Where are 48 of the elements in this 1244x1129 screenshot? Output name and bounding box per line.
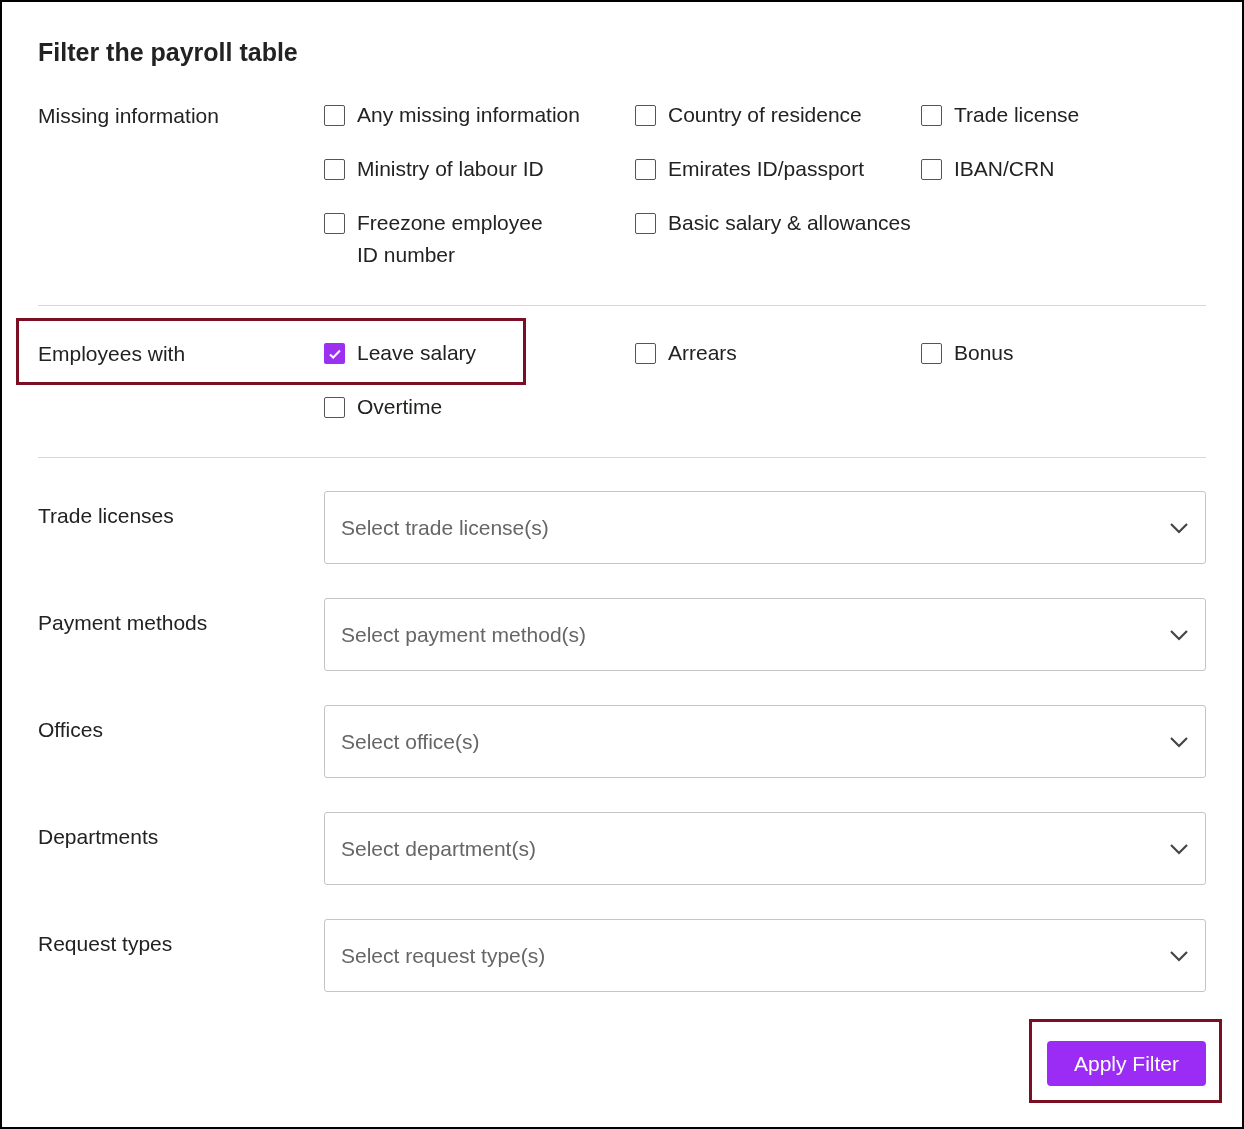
checkbox[interactable] [324, 105, 345, 126]
select-dropdown[interactable]: Select request type(s) [324, 919, 1206, 992]
field-label: Payment methods [38, 610, 209, 636]
field-label: Trade licenses [38, 503, 175, 529]
apply-filter-button[interactable]: Apply Filter [1047, 1041, 1206, 1086]
chevron-down-icon [1169, 949, 1189, 962]
checkbox-label: Country of residence [668, 102, 863, 128]
chevron-down-icon [1169, 521, 1189, 534]
checkbox-label: Trade license [954, 102, 1081, 128]
select-dropdown[interactable]: Select department(s) [324, 812, 1206, 885]
select-placeholder: Select office(s) [341, 728, 480, 755]
checkbox[interactable] [635, 343, 656, 364]
select-placeholder: Select payment method(s) [341, 621, 587, 648]
checkbox-label: IBAN/CRN [954, 156, 1056, 182]
checkbox-label: Emirates ID/passport [668, 156, 866, 182]
checkbox[interactable] [324, 159, 345, 180]
checkbox-label: Freezone employee ID number [357, 210, 544, 268]
checkbox-label: Any missing information [357, 102, 581, 128]
select-placeholder: Select request type(s) [341, 942, 546, 969]
checkbox-label: Overtime [357, 394, 444, 420]
checkbox[interactable] [921, 343, 942, 364]
checkbox[interactable] [921, 105, 942, 126]
checkbox-label: Ministry of labour ID [357, 156, 545, 182]
chevron-down-icon [1169, 842, 1189, 855]
checkbox-label: Arrears [668, 340, 738, 366]
select-dropdown[interactable]: Select office(s) [324, 705, 1206, 778]
checkbox[interactable] [324, 397, 345, 418]
select-placeholder: Select trade license(s) [341, 514, 549, 541]
checkbox[interactable] [635, 213, 656, 234]
field-label: Departments [38, 824, 160, 850]
field-label: Offices [38, 717, 104, 743]
chevron-down-icon [1169, 735, 1189, 748]
select-dropdown[interactable]: Select trade license(s) [324, 491, 1206, 564]
select-dropdown[interactable]: Select payment method(s) [324, 598, 1206, 671]
checkbox-label: Leave salary [357, 340, 478, 366]
section-label: Employees with [38, 341, 187, 367]
checkbox[interactable] [635, 159, 656, 180]
checkbox-label: Bonus [954, 340, 1015, 366]
section-label: Missing information [38, 103, 220, 129]
checkbox[interactable] [324, 343, 345, 364]
dialog-title: Filter the payroll table [38, 37, 299, 68]
select-placeholder: Select department(s) [341, 835, 536, 862]
field-label: Request types [38, 931, 174, 957]
checkbox[interactable] [635, 105, 656, 126]
checkbox[interactable] [324, 213, 345, 234]
chevron-down-icon [1169, 628, 1189, 641]
checkbox-label: Basic salary & allowances [668, 210, 912, 236]
checkbox[interactable] [921, 159, 942, 180]
